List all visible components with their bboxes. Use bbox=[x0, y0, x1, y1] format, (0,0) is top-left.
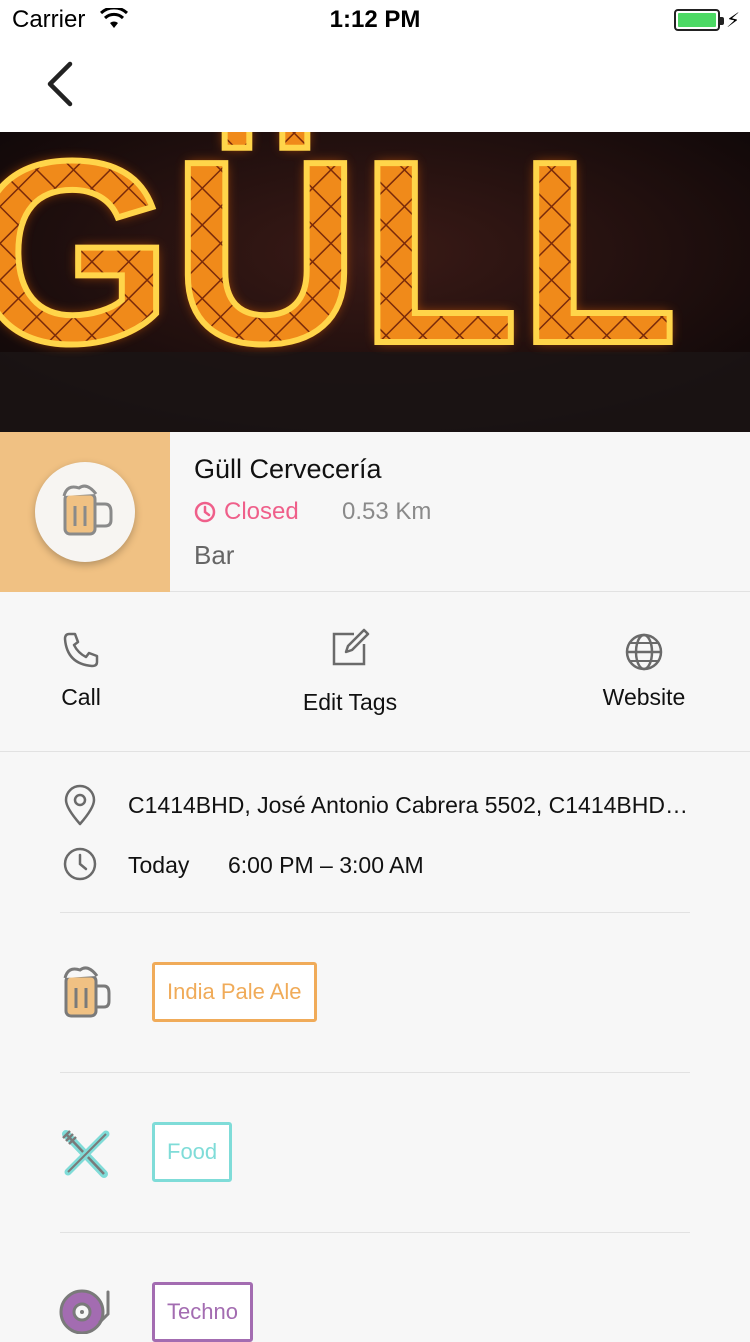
clock: 1:12 PM bbox=[329, 6, 421, 33]
chevron-left-icon bbox=[47, 61, 73, 107]
location-pin-icon bbox=[64, 784, 96, 826]
tag-food[interactable]: Food bbox=[152, 1122, 233, 1182]
venue-details: C1414BHD, José Antonio Cabrera 5502, C14… bbox=[0, 752, 750, 1342]
category-circle bbox=[35, 462, 135, 562]
divider bbox=[60, 1072, 690, 1073]
charging-icon: ⚡ bbox=[725, 10, 740, 32]
edit-icon bbox=[332, 628, 370, 666]
status-label: Closed bbox=[224, 498, 299, 525]
neon-sign-image: GÜLL GÜLL bbox=[0, 132, 750, 432]
nav-bar bbox=[0, 40, 750, 132]
call-button[interactable]: Call bbox=[30, 592, 132, 752]
edit-tags-button[interactable]: Edit Tags bbox=[280, 592, 420, 752]
address-text[interactable]: C1414BHD, José Antonio Cabrera 5502, C14… bbox=[128, 792, 690, 819]
hours-time: 6:00 PM – 3:00 AM bbox=[228, 852, 424, 878]
call-label: Call bbox=[61, 684, 101, 710]
turntable-icon bbox=[59, 1289, 110, 1334]
divider bbox=[60, 1232, 690, 1233]
category-badge bbox=[0, 432, 170, 592]
clock-icon bbox=[63, 847, 97, 881]
phone-icon bbox=[63, 632, 99, 668]
beer-mug-icon bbox=[62, 484, 113, 536]
back-button[interactable] bbox=[36, 54, 96, 114]
globe-icon bbox=[625, 633, 663, 671]
website-label: Website bbox=[602, 684, 686, 710]
open-status: Closed bbox=[194, 498, 299, 526]
hours-day: Today bbox=[128, 852, 190, 878]
venue-type: Bar bbox=[194, 540, 235, 570]
tag-techno[interactable]: Techno bbox=[152, 1282, 253, 1342]
venue-name: Güll Cervecería bbox=[194, 454, 382, 484]
venue-info-card: Güll Cervecería Closed 0.53 Km Bar bbox=[0, 432, 750, 592]
distance-label: 0.53 Km bbox=[342, 498, 432, 525]
hero-sign-text: GÜLL bbox=[0, 132, 678, 398]
status-bar: Carrier 1:12 PM ⚡ bbox=[0, 0, 750, 40]
battery-icon bbox=[674, 9, 724, 31]
action-bar: Call Edit Tags Website bbox=[0, 592, 750, 752]
clock-icon bbox=[194, 501, 216, 523]
website-button[interactable]: Website bbox=[584, 592, 704, 752]
tag-india-pale-ale[interactable]: India Pale Ale bbox=[152, 962, 317, 1022]
edit-tags-label: Edit Tags bbox=[302, 689, 398, 715]
venue-hero-image: GÜLL GÜLL bbox=[0, 132, 750, 432]
divider bbox=[60, 912, 690, 913]
fork-knife-icon bbox=[62, 1130, 110, 1178]
beer-mug-icon bbox=[63, 966, 111, 1018]
